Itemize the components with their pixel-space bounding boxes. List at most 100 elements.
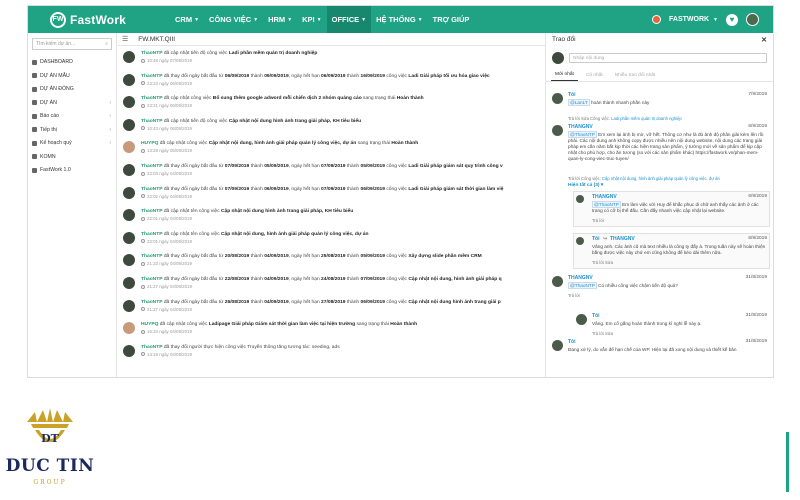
nav-item-6[interactable]: TRỢ GIÚP [428,6,475,33]
activity-entity[interactable]: 07/09/2019 [321,164,345,169]
activity-entity[interactable]: Hoàn thành [390,322,417,327]
activity-entity[interactable]: 05/09/2019 [264,164,288,169]
activity-entity[interactable]: Hoàn thành [391,141,418,146]
activity-entity[interactable]: 04/09/2019 [264,277,288,282]
activity-entity[interactable]: Cập nhật nội dung hình ảnh trang giải ph… [229,119,361,124]
activity-entity[interactable]: 20/08/2019 [225,254,249,259]
sidebar-item-5[interactable]: Tiếp thị ‹ [28,124,116,136]
activity-entity[interactable]: Cập nhật nội dung, hình ảnh giải pháp q [408,277,501,282]
comment-author[interactable]: Tôi [568,339,576,345]
comment-author[interactable]: THANGNV [568,275,593,281]
activity-user[interactable]: ThaoNTP [141,209,162,214]
activity-entity[interactable]: Cập nhật nội dung, hình ảnh giải pháp qu… [209,141,357,146]
activity-entity[interactable]: Bổ sung thêm google adword mỗi chiến dịc… [213,96,362,101]
activity-user[interactable]: ThaoNTP [141,51,162,56]
activity-entity[interactable]: 06/09/2019 [225,74,249,79]
comment-author[interactable]: Tôi [592,236,600,242]
sidebar-item-8[interactable]: FastWork 1.0 [28,164,116,176]
nav-item-5[interactable]: HỆ THỐNG ▼ [371,6,428,33]
activity-entity[interactable]: 07/09/2019 [361,277,385,282]
close-icon[interactable]: ✕ [761,36,767,44]
activity-entity[interactable]: 05/09/2019 [361,164,385,169]
activity-entity[interactable]: 07/09/2019 [225,164,249,169]
activity-user[interactable]: ThaoNTP [141,300,162,305]
tab-0[interactable]: Mới nhất [551,72,578,81]
activity-entity[interactable]: 06/09/2019 [264,187,288,192]
task-link[interactable]: Ladi phần mềm quản trị doanh nghiệp [611,116,682,121]
sidebar-item-2[interactable]: DỰ ÁN ĐÓNG [28,83,116,95]
hamburger-menu-icon[interactable]: ☰ [122,35,128,43]
nav-item-4[interactable]: OFFICE ▼ [326,6,372,33]
activity-entity[interactable]: Ladi Giải pháp giám sát quy trình công v [408,164,502,169]
activity-entity[interactable]: 06/09/2019 [361,300,385,305]
mention-tag[interactable]: @ThaoNTP [568,282,597,289]
comment-input[interactable]: Nhập nội dung [569,53,767,63]
language-flag-icon[interactable] [652,15,662,24]
comment-meta-label[interactable]: Trả lời [568,293,580,298]
comment-meta-label[interactable]: Trả lời [592,218,604,223]
comment-author[interactable]: Tôi [568,92,576,98]
activity-entity[interactable]: 06/09/2019 [321,74,345,79]
activity-entity[interactable]: Xây dựng slide phần mềm CRM [408,254,481,259]
comment-author[interactable]: THANGNV [568,124,593,130]
activity-entity[interactable]: 06/09/2019 [361,187,385,192]
mention-tag[interactable]: @LanLT [568,99,590,106]
activity-entity[interactable]: Ladi Giải pháp giám sát thời gian làm vi… [408,187,503,192]
activity-entity[interactable]: Ladi phần mềm quản trị doanh nghiệp [229,51,318,56]
activity-entity[interactable]: Ladi Giải pháp tối ưu hóa giao việc [408,74,489,79]
activity-user[interactable]: HUYPQ [141,141,158,146]
activity-entity[interactable]: 04/09/2019 [264,254,288,259]
activity-entity[interactable]: Cập nhật nội dung, hình ảnh giải pháp qu… [221,232,369,237]
activity-entity[interactable]: Cập nhật nội dung hình ảnh trang giải ph… [221,209,353,214]
mention-tag[interactable]: @ThaoNTP [568,131,597,138]
activity-entity[interactable]: Hoàn thành [397,96,424,101]
notification-icon[interactable]: ♥ [726,13,738,26]
activity-entity[interactable]: 05/09/2019 [361,254,385,259]
activity-entity[interactable]: 07/09/2019 [225,187,249,192]
activity-entity[interactable]: 26/08/2019 [225,300,249,305]
nav-item-0[interactable]: CRM ▼ [170,6,204,33]
activity-user[interactable]: ThaoNTP [141,254,162,259]
activity-entity[interactable]: Cập nhật nội dung hình ảnh trang giải p [408,300,500,305]
activity-entity[interactable]: 04/09/2019 [264,300,288,305]
reply-to-author[interactable]: THANGNV [610,236,635,242]
activity-entity[interactable]: 27/08/2019 [321,300,345,305]
comment-author[interactable]: THANGNV [592,194,617,200]
activity-user[interactable]: ThaoNTP [141,187,162,192]
nav-item-1[interactable]: CÔNG VIỆC ▼ [204,6,263,33]
activity-user[interactable]: ThaoNTP [141,277,162,282]
activity-entity[interactable]: 24/08/2019 [321,277,345,282]
mention-tag[interactable]: @ThaoNTP [592,201,621,208]
project-search-input[interactable]: Tìm kiếm dự án... ⌕ [32,38,112,50]
sidebar-item-4[interactable]: Báo cáo ‹ [28,110,116,122]
show-all-replies-link[interactable]: Hiện tất cả (3) ▾ [568,183,603,188]
activity-user[interactable]: ThaoNTP [141,232,162,237]
nav-item-3[interactable]: KPI ▼ [297,6,326,33]
comment-meta-label[interactable]: Trả lời Sửa [592,331,613,336]
sidebar-item-7[interactable]: KOMN [28,151,116,163]
sidebar-item-0[interactable]: DASHBOARD [28,56,116,68]
sidebar-item-3[interactable]: DỰ ÁN ‹ [28,97,116,109]
activity-user[interactable]: ThaoNTP [141,74,162,79]
logo[interactable]: FW FastWork [50,11,150,28]
search-icon[interactable]: ⌕ [105,41,108,47]
activity-entity[interactable]: Ladipage Giải pháp Giám sát thời gian là… [209,322,355,327]
activity-entity[interactable]: 09/09/2019 [264,74,288,79]
tab-2[interactable]: Nhiều trao đổi nhất [611,73,660,81]
sidebar-item-6[interactable]: Kế hoạch quý ‹ [28,137,116,149]
activity-user[interactable]: ThaoNTP [141,164,162,169]
comment-meta-label[interactable]: Trả lời Sửa [592,260,613,265]
activity-user[interactable]: HUYPQ [141,322,158,327]
activity-entity[interactable]: 22/08/2019 [225,277,249,282]
tab-1[interactable]: Cũ nhất [582,73,607,81]
activity-user[interactable]: ThaoNTP [141,119,162,124]
comment-meta-label[interactable]: Trả lời Sửa Công việc: [568,116,611,121]
account-menu[interactable]: FASTWORK ▼ [669,16,718,23]
activity-entity[interactable]: 07/09/2019 [321,187,345,192]
activity-entity[interactable]: 25/08/2019 [321,254,345,259]
activity-entity[interactable]: 16/09/2019 [361,74,385,79]
nav-item-2[interactable]: HRM ▼ [263,6,297,33]
comment-meta-label[interactable]: Trả lời Công việc: [568,176,602,181]
sidebar-item-1[interactable]: DỰ ÁN MẪU [28,70,116,82]
activity-user[interactable]: ThaoNTP [141,96,162,101]
